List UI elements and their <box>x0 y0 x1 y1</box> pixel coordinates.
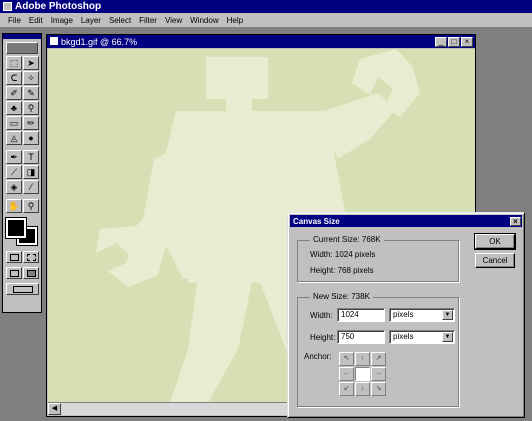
menu-window[interactable]: Window <box>186 16 222 25</box>
anchor-arrow-icon[interactable]: ↑ <box>355 352 370 366</box>
zoom-tool-icon[interactable]: ⚲ <box>23 199 39 213</box>
dialog-close-button[interactable]: × <box>510 216 521 226</box>
chevron-down-icon[interactable]: ▼ <box>442 332 453 342</box>
anchor-arrow-icon[interactable]: ↓ <box>355 382 370 396</box>
current-size-group: Current Size: 768K <box>297 235 459 282</box>
current-height-text: Height: 768 pixels <box>310 266 374 275</box>
anchor-arrow-icon[interactable]: ← <box>339 367 354 381</box>
jump-to-imageready-button[interactable] <box>6 283 39 295</box>
maximize-button[interactable]: □ <box>448 36 460 47</box>
menu-file[interactable]: File <box>4 16 25 25</box>
mask-mode-row <box>6 251 41 263</box>
pen-tool-icon[interactable]: ✒ <box>6 150 22 164</box>
new-height-label: Height: <box>310 333 336 342</box>
eraser-tool-icon[interactable]: ▭ <box>6 116 22 130</box>
current-width-text: Width: 1024 pixels <box>310 250 376 259</box>
anchor-grid: ↖ ↑ ↗ ← → ↙ ↓ ↘ <box>339 352 386 396</box>
gradient-tool-icon[interactable]: ◨ <box>23 165 39 179</box>
ok-button[interactable]: OK <box>474 233 516 250</box>
foreground-color-swatch[interactable] <box>5 217 27 239</box>
menu-view[interactable]: View <box>161 16 186 25</box>
chevron-down-icon[interactable]: ▼ <box>442 310 453 320</box>
height-input[interactable]: 750 <box>337 330 385 344</box>
document-titlebar[interactable]: bkgd1.gif @ 66.7% _ □ × <box>47 35 475 48</box>
anchor-arrow-icon[interactable]: ↘ <box>371 382 386 396</box>
menu-layer[interactable]: Layer <box>77 16 105 25</box>
marquee-tool-icon[interactable]: ⬚ <box>6 56 22 70</box>
toolbox-palette: ⬚ ➤ ᑕ ✧ ✐ ✎ ♣ ⚲ ▭ ✏ ◬ ● ✒ T ⟋ ◨ ◈ ⁄ ✋ ⚲ <box>2 33 42 313</box>
screen-mode-row <box>6 267 41 279</box>
photoshop-logo-icon[interactable] <box>6 42 38 54</box>
pencil-tool-icon[interactable]: ✏ <box>23 116 39 130</box>
history-brush-tool-icon[interactable]: ⚲ <box>23 101 39 115</box>
height-unit-value: pixels <box>393 332 414 341</box>
app-titlebar: Adobe Photoshop <box>0 0 532 13</box>
standard-screen-mode-button[interactable] <box>6 267 22 279</box>
quick-mask-mode-button[interactable] <box>23 251 39 263</box>
measure-tool-icon[interactable]: ⟋ <box>6 165 22 179</box>
anchor-cell-center[interactable] <box>355 367 370 381</box>
eyedropper-tool-icon[interactable]: ⁄ <box>23 180 39 194</box>
new-width-label: Width: <box>310 311 333 320</box>
anchor-arrow-icon[interactable]: ↙ <box>339 382 354 396</box>
menu-edit[interactable]: Edit <box>25 16 47 25</box>
height-unit-select[interactable]: pixels ▼ <box>389 330 455 344</box>
current-size-legend: Current Size: 768K <box>310 235 384 244</box>
width-unit-value: pixels <box>393 310 414 319</box>
blur-tool-icon[interactable]: ◬ <box>6 131 22 145</box>
menu-select[interactable]: Select <box>105 16 135 25</box>
dialog-title: Canvas Size <box>293 216 340 226</box>
document-icon <box>50 36 58 45</box>
lasso-tool-icon[interactable]: ᑕ <box>6 71 22 85</box>
paint-bucket-tool-icon[interactable]: ◈ <box>6 180 22 194</box>
width-input[interactable]: 1024 <box>337 308 385 322</box>
type-tool-icon[interactable]: T <box>23 150 39 164</box>
menu-image[interactable]: Image <box>47 16 77 25</box>
minimize-button[interactable]: _ <box>435 36 447 47</box>
cancel-button[interactable]: Cancel <box>475 253 515 268</box>
jump-row <box>6 283 41 295</box>
paintbrush-tool-icon[interactable]: ✎ <box>23 86 39 100</box>
app-title: Adobe Photoshop <box>15 1 102 12</box>
tool-grid: ⬚ ➤ ᑕ ✧ ✐ ✎ ♣ ⚲ ▭ ✏ ◬ ● ✒ T ⟋ ◨ ◈ ⁄ ✋ ⚲ <box>6 56 41 213</box>
anchor-arrow-icon[interactable]: → <box>371 367 386 381</box>
width-unit-select[interactable]: pixels ▼ <box>389 308 455 322</box>
move-tool-icon[interactable]: ➤ <box>23 56 39 70</box>
hand-tool-icon[interactable]: ✋ <box>6 199 22 213</box>
color-swatches <box>5 217 40 246</box>
airbrush-tool-icon[interactable]: ✐ <box>6 86 22 100</box>
document-title: bkgd1.gif @ 66.7% <box>61 36 138 47</box>
full-screen-mode-button[interactable] <box>23 267 39 279</box>
menu-help[interactable]: Help <box>223 16 247 25</box>
dodge-tool-icon[interactable]: ● <box>23 131 39 145</box>
photoshop-app-icon[interactable] <box>3 2 12 11</box>
anchor-label: Anchor: <box>304 352 332 361</box>
close-button[interactable]: × <box>461 36 473 47</box>
dialog-titlebar[interactable]: Canvas Size × <box>290 215 522 227</box>
magic-wand-tool-icon[interactable]: ✧ <box>23 71 39 85</box>
new-size-legend: New Size: 738K <box>310 292 373 301</box>
menu-bar: File Edit Image Layer Select Filter View Window… <box>0 13 532 27</box>
standard-mode-button[interactable] <box>6 251 22 263</box>
menu-filter[interactable]: Filter <box>135 16 161 25</box>
scroll-left-button[interactable]: ◀ <box>48 403 61 415</box>
rubber-stamp-tool-icon[interactable]: ♣ <box>6 101 22 115</box>
anchor-arrow-icon[interactable]: ↗ <box>371 352 386 366</box>
canvas-size-dialog: Canvas Size × Current Size: 768K Width: … <box>287 212 525 418</box>
anchor-arrow-icon[interactable]: ↖ <box>339 352 354 366</box>
toolbox-titlebar[interactable] <box>3 34 41 39</box>
